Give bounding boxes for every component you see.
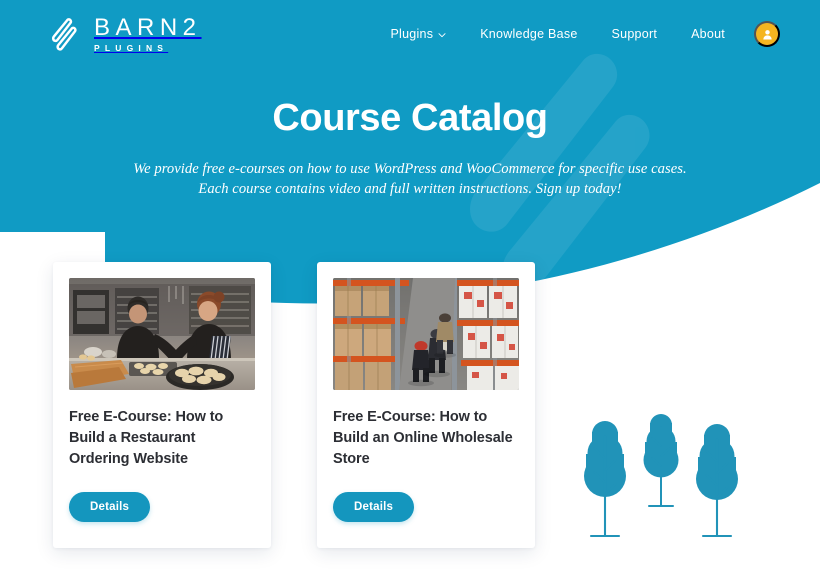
course-details-button[interactable]: Details xyxy=(333,492,415,522)
nav-item-support[interactable]: Support xyxy=(595,21,675,47)
nav-item-about-label: About xyxy=(691,27,725,41)
nav-item-knowledge-base[interactable]: Knowledge Base xyxy=(463,21,594,47)
course-details-button[interactable]: Details xyxy=(69,492,151,522)
course-card-title: Free E-Course: How to Build a Restaurant… xyxy=(69,409,224,467)
hero-subtitle-line-1: We provide free e-courses on how to use … xyxy=(133,161,687,177)
barn2-double-slash-logo-icon xyxy=(51,18,77,51)
chevron-down-icon xyxy=(438,33,446,38)
nav-item-support-label: Support xyxy=(611,27,658,41)
three-stylized-trees-illustration xyxy=(584,414,738,538)
warehouse-photo xyxy=(333,278,519,390)
main-navigation: Plugins Knowledge Base Support About xyxy=(373,21,780,47)
page-root: Course Catalog We provide free e-courses… xyxy=(0,0,820,572)
brand-name: BARN2 xyxy=(94,14,202,42)
nav-item-about[interactable]: About xyxy=(674,21,742,47)
hero-subtitle-line-2: Each course contains video and full writ… xyxy=(198,181,622,197)
rack-left xyxy=(333,278,411,390)
course-card[interactable]: Free E-Course: How to Build an Online Wh… xyxy=(317,262,535,548)
course-card-image xyxy=(333,278,519,390)
restaurant-kitchen-photo xyxy=(69,278,255,390)
site-header: BARN2 PLUGINS Plugins Knowledge Base Sup… xyxy=(0,0,820,68)
course-card-list: Free E-Course: How to Build a Restaurant… xyxy=(53,262,535,548)
user-account-icon xyxy=(762,29,772,40)
nav-item-plugins[interactable]: Plugins xyxy=(373,21,463,47)
course-card-title: Free E-Course: How to Build an Online Wh… xyxy=(333,409,513,467)
course-card[interactable]: Free E-Course: How to Build a Restaurant… xyxy=(53,262,271,548)
trees-decoration xyxy=(571,414,751,539)
rack-right xyxy=(451,278,519,390)
page-title: Course Catalog xyxy=(272,97,548,139)
hero-subtitle: We provide free e-courses on how to use … xyxy=(0,159,820,199)
nav-item-plugins-label: Plugins xyxy=(390,27,434,41)
brand-subtitle: PLUGINS xyxy=(94,42,169,53)
account-button[interactable] xyxy=(754,21,780,47)
course-card-image xyxy=(69,278,255,390)
brand-wordmark: BARN2 PLUGINS xyxy=(94,15,202,52)
nav-item-knowledge-base-label: Knowledge Base xyxy=(480,27,578,41)
brand-logo-link[interactable]: BARN2 PLUGINS xyxy=(45,15,202,53)
